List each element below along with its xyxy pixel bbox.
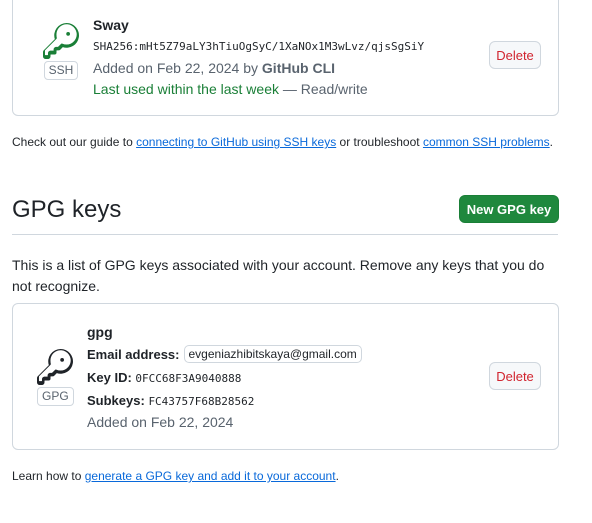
gpg-keyid-label: Key ID:: [87, 370, 132, 385]
gpg-help-prefix: Learn how to: [12, 469, 82, 483]
ssh-help-suffix: .: [549, 135, 554, 149]
ssh-help-middle: or troubleshoot: [339, 135, 420, 149]
gpg-added: Added on Feb 22, 2024: [87, 414, 234, 430]
gpg-keyid-value: 0FCC68F3A9040888: [135, 372, 242, 385]
new-gpg-key-button[interactable]: New GPG key: [459, 195, 559, 223]
gpg-help-text: Learn how to generate a GPG key and add …: [12, 469, 339, 483]
gpg-delete-button[interactable]: Delete: [489, 362, 541, 390]
ssh-delete-button[interactable]: Delete: [489, 41, 541, 69]
ssh-key-last-used: Last used within the last week: [93, 81, 279, 97]
gpg-email-value: evgeniazhibitskaya@gmail.com: [183, 345, 362, 363]
gpg-type-badge: GPG: [37, 387, 74, 406]
ssh-key-access: — Read/write: [282, 81, 368, 97]
ssh-key-added-text: Added on Feb 22, 2024 by: [93, 60, 259, 76]
gpg-key-name: gpg: [87, 324, 113, 340]
ssh-type-badge: SSH: [43, 61, 79, 80]
ssh-help-prefix: Check out our guide to: [12, 135, 133, 149]
gpg-section-heading: GPG keys: [12, 196, 122, 223]
key-icon: [43, 23, 79, 59]
ssh-problems-link[interactable]: common SSH problems: [423, 135, 550, 149]
ssh-guide-link[interactable]: connecting to GitHub using SSH keys: [136, 135, 336, 149]
ssh-key-icon-group: SSH: [43, 23, 79, 80]
gpg-key-icon-group: GPG: [37, 349, 74, 406]
ssh-key-added-line: Added on Feb 22, 2024 by GitHub CLI: [93, 60, 335, 76]
gpg-email-row: Email address: evgeniazhibitskaya@gmail.…: [87, 345, 362, 363]
section-divider: [12, 234, 558, 235]
gpg-key-card: GPG gpg Email address: evgeniazhibitskay…: [12, 303, 559, 450]
key-icon: [37, 349, 74, 385]
gpg-subkeys-value: FC43757F68B28562: [148, 395, 255, 408]
gpg-email-label: Email address:: [87, 346, 180, 362]
ssh-key-fingerprint: SHA256:mHt5Z79aLY3hTiuOgSyC/1XaNOx1M3wLv…: [93, 40, 425, 53]
gpg-generate-link[interactable]: generate a GPG key and add it to your ac…: [85, 469, 336, 483]
ssh-key-added-by: GitHub CLI: [261, 60, 336, 76]
gpg-description: This is a list of GPG keys associated wi…: [12, 257, 545, 294]
ssh-key-card: SSH Sway SHA256:mHt5Z79aLY3hTiuOgSyC/1Xa…: [12, 0, 559, 116]
gpg-subkeys-label: Subkeys:: [87, 393, 145, 408]
gpg-help-suffix: .: [335, 469, 339, 483]
gpg-keyid-row: Key ID: 0FCC68F3A9040888: [87, 370, 241, 385]
ssh-help-text: Check out our guide to connecting to Git…: [12, 135, 553, 149]
gpg-subkeys-row: Subkeys: FC43757F68B28562: [87, 393, 254, 408]
ssh-key-usage-line: Last used within the last week — Read/wr…: [93, 81, 368, 97]
ssh-key-name: Sway: [93, 17, 129, 33]
